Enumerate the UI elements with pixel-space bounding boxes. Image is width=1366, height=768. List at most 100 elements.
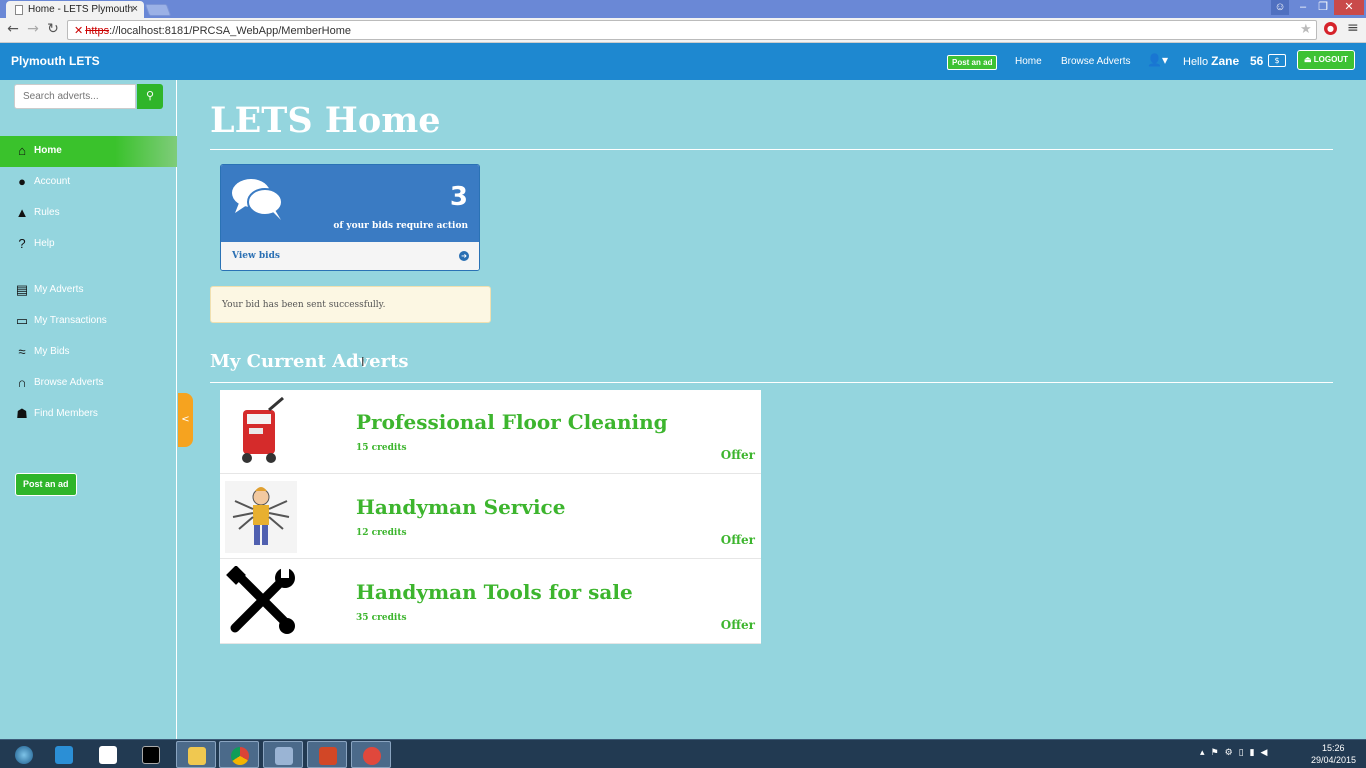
sidebar-item-my-adverts[interactable]: ▤ My Adverts [0,275,177,306]
logout-button[interactable]: ⏏ LOGOUT [1297,50,1355,70]
virtualbox-icon [275,747,293,765]
section-title: My Current Adverts [210,351,409,372]
view-bids-link[interactable]: View bids ➜ [221,242,479,270]
advert-type: Offer [720,618,755,632]
system-tray-icons[interactable]: ▴⚑⚙▯▮◀ [1200,748,1273,758]
text-cursor-icon: I [361,355,365,369]
user-dropdown-icon[interactable]: 👤▾ [1147,53,1168,67]
os-taskbar: ▴⚑⚙▯▮◀ 15:26 29/04/2015 [0,739,1366,768]
windows-orb-icon [15,746,33,764]
advert-title[interactable]: Handyman Service [356,495,565,519]
sidebar-item-rules[interactable]: ▲ Rules [0,198,177,229]
new-tab-button[interactable] [144,4,172,16]
group-icon: ☗ [16,406,28,421]
sidebar-item-my-transactions[interactable]: ▭ My Transactions [0,306,177,337]
taskbar-app[interactable] [44,741,84,768]
reload-icon[interactable]: ↻ [44,21,62,37]
sidebar-item-help[interactable]: ? Help [0,229,177,260]
documents-icon: ▤ [15,282,29,297]
minimize-button[interactable]: – [1293,0,1313,15]
home-icon: ⌂ [18,143,26,158]
advert-item[interactable]: Handyman Tools for sale 35 credits Offer [220,560,761,644]
page-title: LETS Home [210,100,441,141]
browser-menu-icon[interactable]: ≡ [1347,20,1359,36]
taskbar-app[interactable] [219,741,259,768]
advert-credits: 12 credits [356,528,407,538]
extension-icon[interactable]: ● [1324,22,1337,35]
taskbar-app[interactable] [176,741,216,768]
start-button[interactable] [4,741,44,768]
navbar-post-ad-button[interactable]: Post an ad [947,55,998,70]
taskbar-app[interactable] [131,741,171,768]
profile-icon[interactable]: ☺ [1271,0,1289,15]
taskbar-app[interactable] [88,741,128,768]
chrome-icon [231,747,249,765]
bids-panel: 3 of your bids require action View bids … [220,164,480,271]
banknote-icon: $ [1268,54,1286,67]
sidebar-item-browse-adverts[interactable]: ∩ Browse Adverts [0,368,177,399]
comments-icon [232,179,283,220]
sidebar-item-label: Find Members [34,408,98,419]
sidebar-post-ad-button[interactable]: Post an ad [15,473,77,496]
tab-close-icon[interactable]: × [132,3,138,15]
file-explorer-icon [188,747,206,765]
dropbox-icon [99,746,117,764]
window-close-button[interactable]: ✕ [1334,0,1364,15]
cube-app-icon [55,746,73,764]
sidebar-item-find-members[interactable]: ☗ Find Members [0,399,177,430]
address-bar[interactable]: ✕ https://localhost:8181/PRCSA_WebApp/Mem… [67,20,1317,40]
question-icon: ? [18,236,26,251]
advert-title[interactable]: Handyman Tools for sale [356,580,633,604]
advert-thumbnail [225,481,297,553]
clock-time: 15:26 [1322,743,1345,753]
browser-tab[interactable]: Home - LETS Plymouth × [6,1,144,18]
navbar-browse-link[interactable]: Browse Adverts [1061,56,1130,67]
sidebar-item-my-bids[interactable]: ≈ My Bids [0,337,177,368]
advert-title[interactable]: Professional Floor Cleaning [356,410,668,434]
navbar-home-link[interactable]: Home [1015,56,1042,67]
back-icon[interactable]: ← [4,21,22,37]
money-icon: ▭ [15,313,29,328]
advert-item[interactable]: Professional Floor Cleaning 15 credits O… [220,390,761,474]
sidebar-item-home[interactable]: ⌂ Home [0,136,177,167]
taskbar-app[interactable] [351,741,391,768]
app-navbar: Plymouth LETS Post an ad Home Browse Adv… [0,43,1366,80]
divider [210,382,1333,383]
sidebar-item-label: Help [34,238,55,249]
search-button[interactable]: ⚲ [137,84,163,109]
bookmark-star-icon[interactable]: ★ [1300,22,1312,37]
restore-button[interactable]: ❐ [1313,0,1333,15]
sidebar: ⚲ ⌂ Home ● Account ▲ Rules ? Help ▤ My A… [0,80,177,739]
bids-action-count: 3 [449,182,468,212]
sidebar-item-label: Browse Adverts [34,377,104,388]
advert-item[interactable]: Handyman Service 12 credits Offer [220,475,761,559]
success-alert: Your bid has been sent successfully. [210,286,491,323]
taskbar-app[interactable] [307,741,347,768]
credit-balance: 56 [1250,54,1264,68]
page-favicon-icon [15,5,23,15]
advert-type: Offer [720,533,755,547]
forward-icon[interactable]: → [24,21,42,37]
advert-credits: 35 credits [356,613,407,623]
bids-panel-header: 3 of your bids require action [221,165,479,242]
search-icon: ⚲ [145,89,155,102]
sidebar-collapse-toggle[interactable]: < [178,393,193,447]
wrench-screwdriver-icon [226,566,295,634]
search-input[interactable] [14,84,136,109]
sidebar-item-label: Account [34,176,71,187]
browser-tabbar: Home - LETS Plymouth × ☺ – ❐ ✕ [0,0,1366,18]
insecure-lock-icon: ✕ [74,25,84,37]
taskbar-app[interactable] [263,741,303,768]
brand-link[interactable]: Plymouth LETS [11,54,100,68]
advert-credits: 15 credits [356,443,407,453]
sidebar-item-label: My Transactions [34,315,107,326]
sidebar-item-account[interactable]: ● Account [0,167,177,198]
sidebar-item-label: Rules [34,207,60,218]
divider [210,149,1333,150]
greeting: Hello Zane [1183,54,1239,68]
terminal-icon [142,746,160,764]
bids-action-text: of your bids require action [333,221,468,231]
url-protocol: https [85,25,110,37]
headset-icon: ∩ [17,375,27,390]
recorder-app-icon [363,747,381,765]
